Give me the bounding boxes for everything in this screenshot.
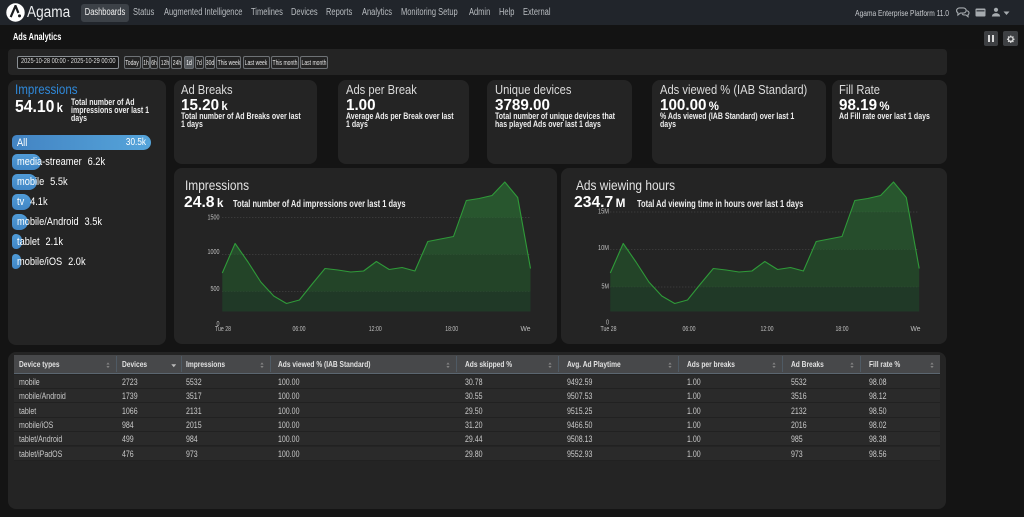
svg-text:We: We — [911, 326, 921, 333]
svg-text:18:00: 18:00 — [836, 326, 849, 333]
svg-text:Tue 28: Tue 28 — [215, 326, 231, 333]
svg-text:1500: 1500 — [207, 215, 219, 222]
svg-text:12:00: 12:00 — [368, 326, 381, 333]
svg-text:We: We — [520, 326, 530, 333]
svg-text:5M: 5M — [602, 284, 610, 291]
svg-text:15M: 15M — [598, 209, 609, 216]
svg-text:12:00: 12:00 — [761, 326, 774, 333]
svg-text:1000: 1000 — [207, 249, 219, 256]
svg-text:06:00: 06:00 — [292, 326, 305, 333]
svg-text:10M: 10M — [598, 245, 609, 252]
svg-text:Tue 28: Tue 28 — [601, 326, 617, 333]
svg-text:500: 500 — [210, 286, 219, 293]
svg-text:18:00: 18:00 — [445, 326, 458, 333]
svg-text:06:00: 06:00 — [683, 326, 696, 333]
